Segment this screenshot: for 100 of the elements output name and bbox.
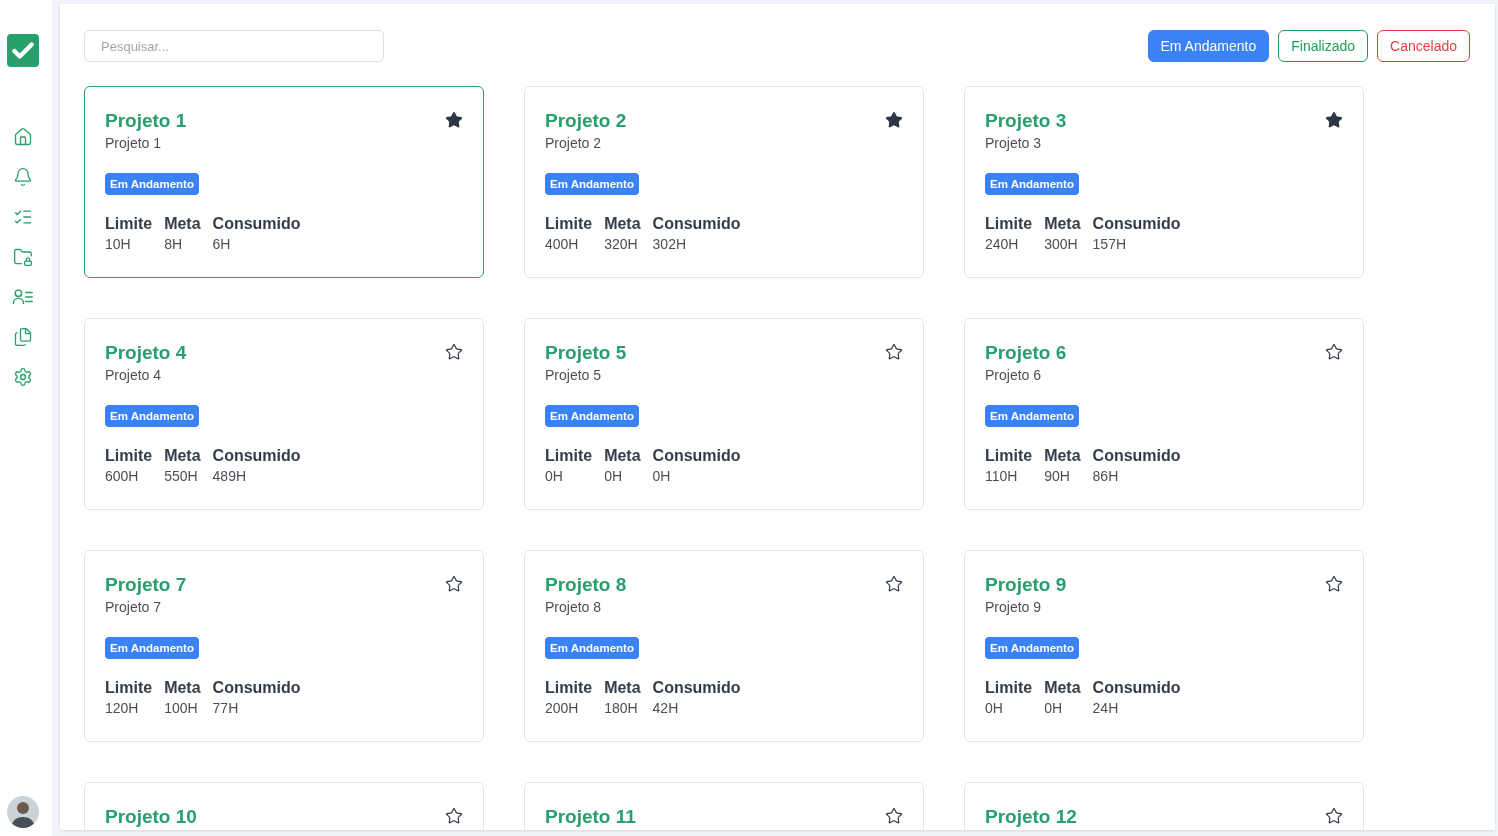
status-badge: Em Andamento: [545, 405, 639, 427]
stat-value: 320H: [604, 236, 639, 252]
status-filter-button[interactable]: Cancelado: [1377, 30, 1470, 62]
status-badge: Em Andamento: [545, 173, 639, 195]
project-subtitle: Projeto 1: [105, 135, 163, 151]
project-card[interactable]: Projeto 1 Projeto 1 Em Andamento Limite 10H Meta 8H Consumido 6H: [84, 86, 484, 278]
stat-value: 86H: [1092, 468, 1120, 484]
stat-value: 400H: [545, 236, 580, 252]
stat-label: Limite: [105, 215, 153, 233]
stat-label: Consumido: [1092, 215, 1181, 233]
favorite-star-icon[interactable]: [445, 807, 463, 825]
status-badge: Em Andamento: [985, 405, 1079, 427]
project-title: Projeto 6: [985, 341, 1067, 365]
stat-value: 0H: [545, 468, 564, 484]
settings-icon: [13, 367, 33, 387]
stat-value: 302H: [652, 236, 688, 252]
status-badge: Em Andamento: [105, 637, 199, 659]
stat-label: Consumido: [652, 679, 741, 697]
projects-button[interactable]: [12, 246, 34, 268]
user-avatar[interactable]: [7, 796, 39, 828]
stat-value: 100H: [164, 700, 199, 716]
status-badge: Em Andamento: [545, 637, 639, 659]
favorite-star-icon[interactable]: [1325, 807, 1343, 825]
favorite-star-icon[interactable]: [445, 575, 463, 593]
stat-label: Meta: [164, 447, 201, 465]
favorite-star-icon[interactable]: [885, 111, 903, 129]
project-title: Projeto 4: [105, 341, 187, 365]
favorite-star-icon[interactable]: [885, 343, 903, 361]
stat-label: Meta: [604, 679, 641, 697]
home-icon: [13, 127, 33, 147]
stat-value: 0H: [985, 700, 1004, 716]
status-filter-button[interactable]: Finalizado: [1278, 30, 1369, 62]
status-badge: Em Andamento: [105, 173, 199, 195]
project-subtitle: Projeto 9: [985, 599, 1043, 615]
stat-label: Limite: [985, 215, 1033, 233]
project-card[interactable]: Projeto 8 Projeto 8 Em Andamento Limite 200H Meta 180H Consumido 42H: [524, 550, 924, 742]
stat-label: Meta: [164, 679, 201, 697]
stat-label: Meta: [604, 215, 641, 233]
stat-label: Consumido: [212, 215, 301, 233]
stat-value: 240H: [985, 236, 1020, 252]
stat-value: 77H: [212, 700, 240, 716]
app-logo: [7, 34, 39, 67]
stat-label: Meta: [1044, 447, 1081, 465]
stat-label: Consumido: [1092, 679, 1181, 697]
project-title: Projeto 7: [105, 573, 187, 597]
favorite-star-icon[interactable]: [445, 111, 463, 129]
stat-label: Limite: [105, 679, 153, 697]
favorite-star-icon[interactable]: [1325, 575, 1343, 593]
stat-value: 180H: [604, 700, 639, 716]
project-card[interactable]: Projeto 3 Projeto 3 Em Andamento Limite 240H Meta 300H Consumido 157H: [964, 86, 1364, 278]
stat-label: Limite: [545, 215, 593, 233]
stat-label: Consumido: [652, 215, 741, 233]
stat-label: Limite: [545, 679, 593, 697]
favorite-star-icon[interactable]: [885, 807, 903, 825]
stat-value: 120H: [105, 700, 140, 716]
favorite-star-icon[interactable]: [1325, 111, 1343, 129]
stat-value: 300H: [1044, 236, 1079, 252]
documents-button[interactable]: [12, 326, 34, 348]
favorite-star-icon[interactable]: [885, 575, 903, 593]
project-subtitle: Projeto 3: [985, 135, 1043, 151]
notifications-button[interactable]: [12, 166, 34, 188]
stat-value: 0H: [604, 468, 624, 484]
project-title: Projeto 10: [105, 805, 197, 829]
stat-label: Meta: [1044, 215, 1081, 233]
stat-value: 6H: [212, 236, 232, 252]
project-card[interactable]: Projeto 6 Projeto 6 Em Andamento Limite 110H Meta 90H Consumido 86H: [964, 318, 1364, 510]
project-subtitle: Projeto 4: [105, 367, 163, 383]
project-title: Projeto 8: [545, 573, 627, 597]
stat-value: 24H: [1092, 700, 1120, 716]
files-icon: [13, 327, 33, 347]
stat-label: Limite: [545, 447, 593, 465]
stat-value: 200H: [545, 700, 580, 716]
stat-label: Limite: [105, 447, 153, 465]
status-badge: Em Andamento: [985, 637, 1079, 659]
project-card[interactable]: Projeto 9 Projeto 9 Em Andamento Limite 0H Meta 0H Consumido 24H: [964, 550, 1364, 742]
project-subtitle: Projeto 7: [105, 599, 163, 615]
favorite-star-icon[interactable]: [1325, 343, 1343, 361]
stat-value: 600H: [105, 468, 140, 484]
project-card[interactable]: Projeto 7 Projeto 7 Em Andamento Limite 120H Meta 100H Consumido 77H: [84, 550, 484, 742]
project-subtitle: Projeto 6: [985, 367, 1043, 383]
stat-label: Limite: [985, 447, 1033, 465]
stat-label: Consumido: [212, 447, 301, 465]
project-card[interactable]: Projeto 2 Projeto 2 Em Andamento Limite 400H Meta 320H Consumido 302H: [524, 86, 924, 278]
project-subtitle: Projeto 2: [545, 135, 603, 151]
stat-value: 110H: [985, 468, 1019, 484]
settings-button[interactable]: [12, 366, 34, 388]
stat-value: 0H: [652, 468, 672, 484]
status-filter-button[interactable]: Em Andamento: [1147, 30, 1270, 62]
project-title: Projeto 1: [105, 109, 187, 133]
stat-value: 157H: [1092, 236, 1128, 252]
checklist-icon: [13, 207, 33, 227]
stat-value: 0H: [1044, 700, 1064, 716]
project-card[interactable]: Projeto 4 Projeto 4 Em Andamento Limite 600H Meta 550H Consumido 489H: [84, 318, 484, 510]
stat-value: 550H: [164, 468, 199, 484]
project-card[interactable]: Projeto 5 Projeto 5 Em Andamento Limite 0H Meta 0H Consumido 0H: [524, 318, 924, 510]
favorite-star-icon[interactable]: [445, 343, 463, 361]
project-subtitle: Projeto 5: [545, 367, 603, 383]
folder-lock-icon: [13, 247, 33, 267]
home-button[interactable]: [12, 126, 34, 148]
search-field[interactable]: Pesquisar...: [84, 30, 384, 62]
